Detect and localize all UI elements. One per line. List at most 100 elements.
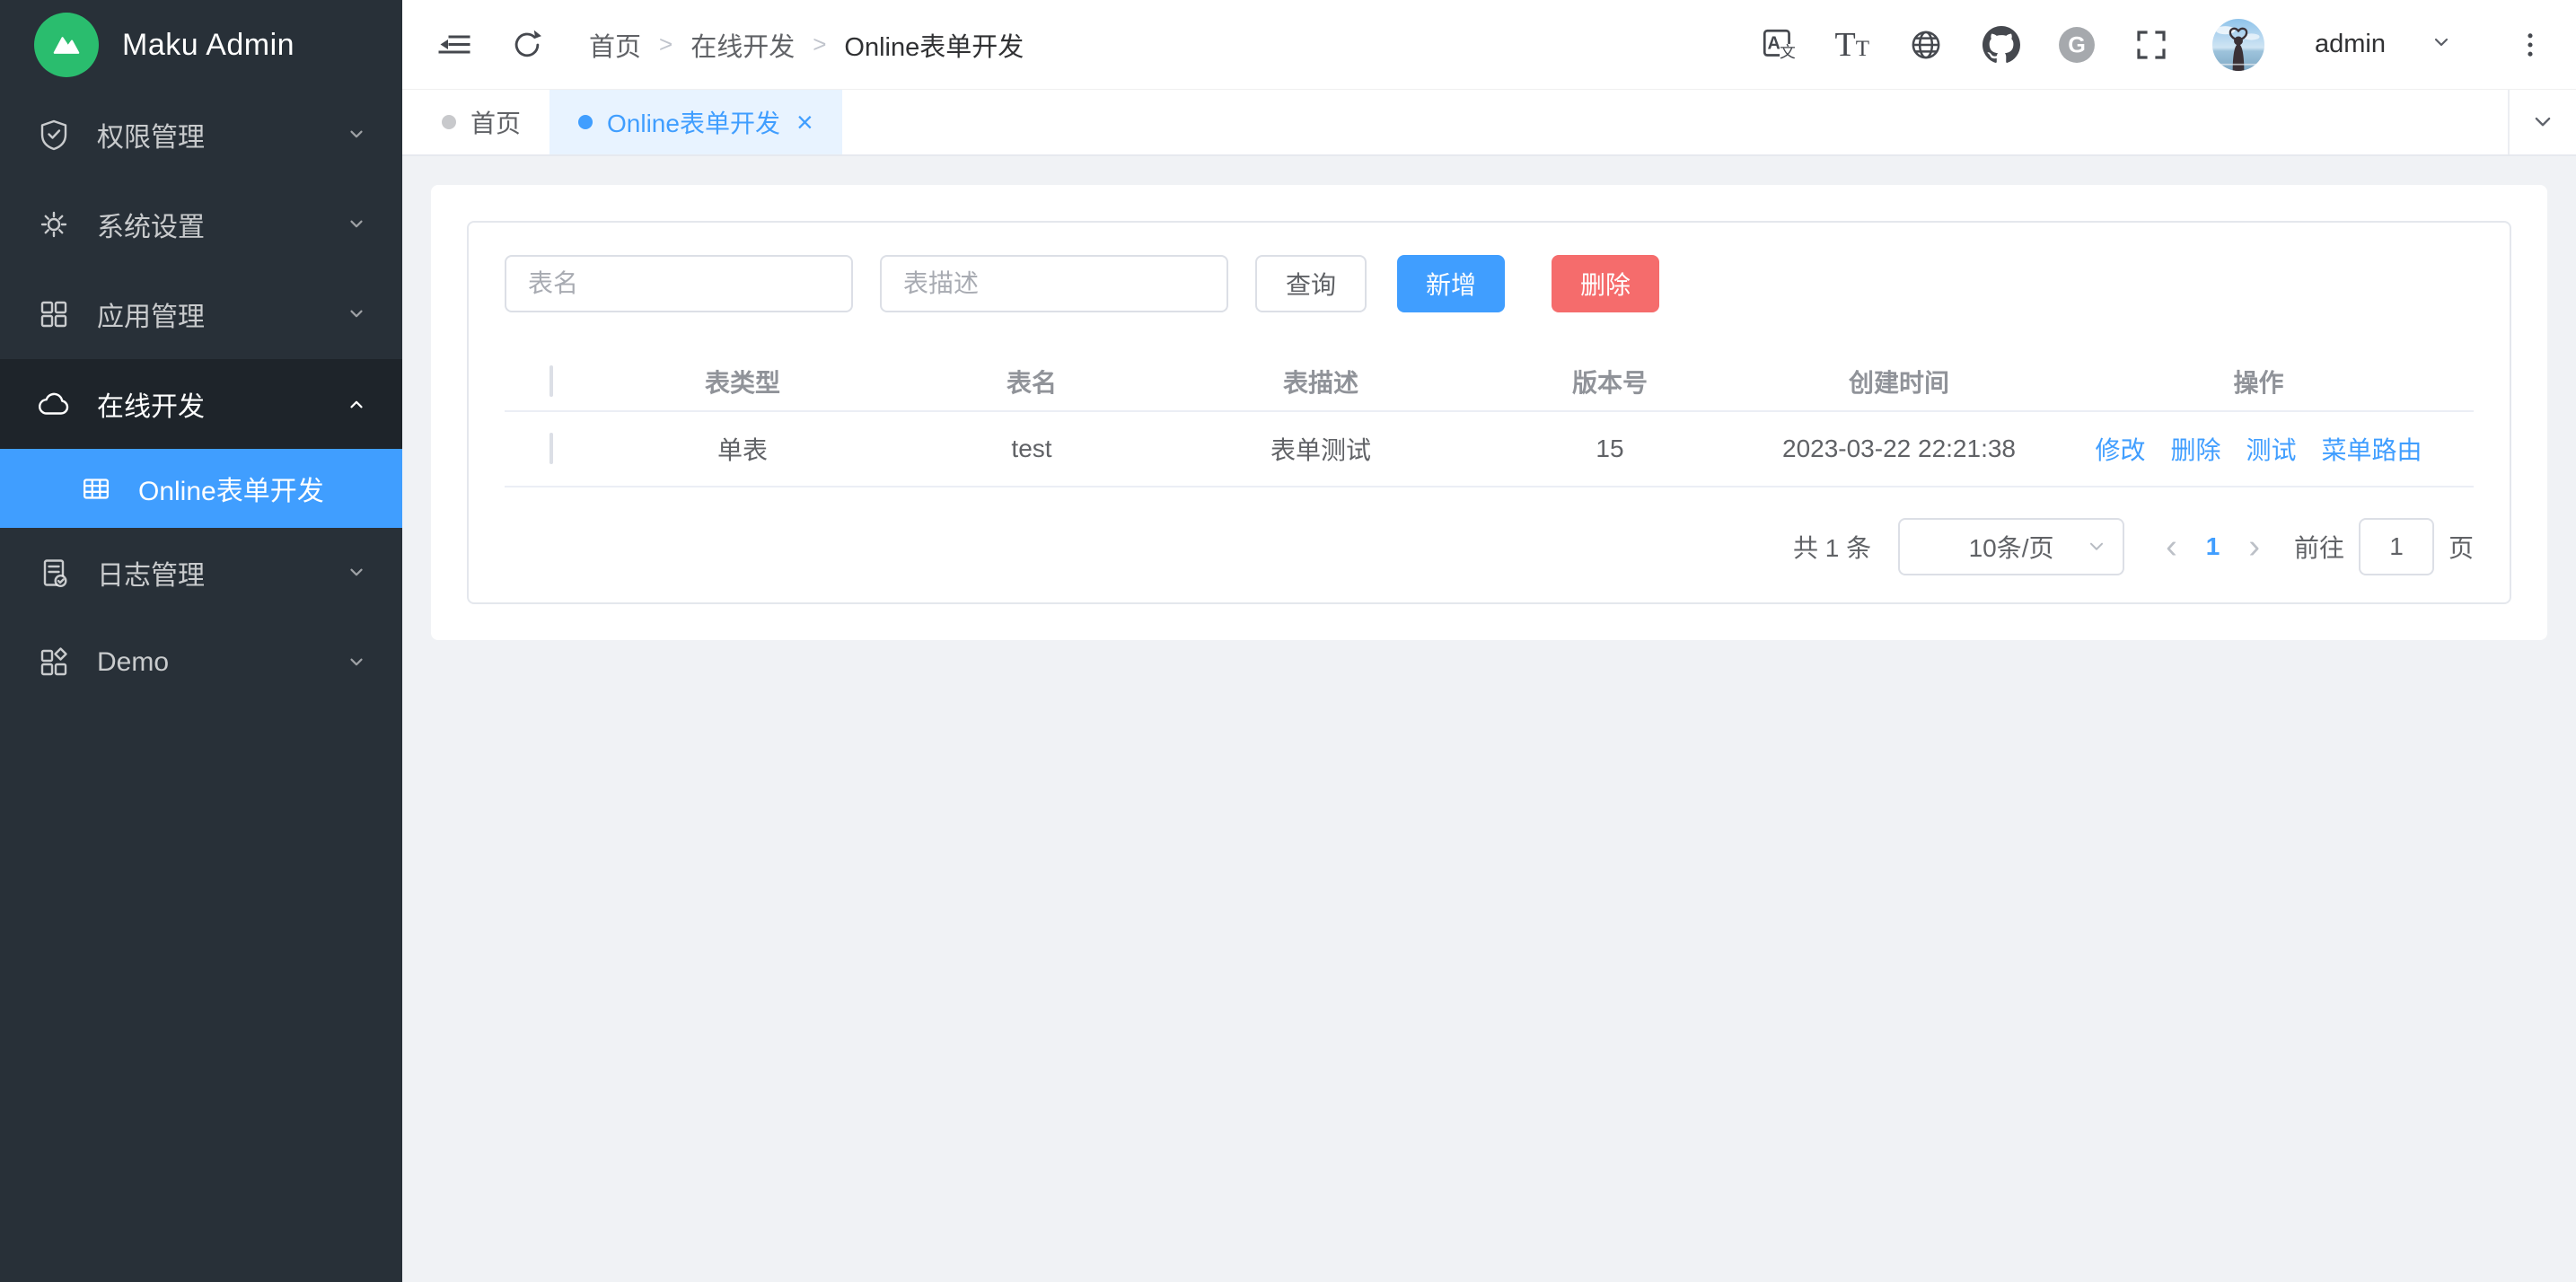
page-unit-label: 页	[2449, 529, 2474, 565]
sidebar-item-label: 权限管理	[97, 115, 205, 154]
chevron-down-icon	[347, 215, 366, 234]
gear-icon	[36, 206, 72, 242]
more-options-icon[interactable]	[2515, 30, 2545, 60]
data-table: 表类型 表名 表描述 版本号 创建时间 操作 单表	[505, 352, 2474, 487]
app-logo[interactable]: Maku Admin	[0, 0, 402, 90]
sidebar-item-system-settings[interactable]: 系统设置	[0, 180, 402, 269]
menu-route-link[interactable]: 菜单路由	[2322, 431, 2422, 467]
app-root: Maku Admin 权限管理 系统设置 应用管理 在线开发	[0, 0, 2576, 1282]
breadcrumb-current: Online表单开发	[844, 26, 1024, 64]
sidebar-item-label: 日志管理	[97, 553, 205, 593]
column-header-name: 表名	[887, 352, 1176, 411]
tabbar: 首页 Online表单开发 ×	[402, 90, 2576, 156]
cloud-icon	[36, 386, 72, 422]
edit-link[interactable]: 修改	[2095, 431, 2145, 467]
tab-home[interactable]: 首页	[413, 90, 549, 154]
tabs-dropdown-button[interactable]	[2508, 90, 2576, 154]
fullscreen-icon[interactable]	[2133, 27, 2169, 63]
select-all-checkbox[interactable]	[549, 365, 553, 397]
sidebar-item-app-management[interactable]: 应用管理	[0, 269, 402, 359]
chevron-down-icon	[347, 304, 366, 324]
page-size-value: 10条/页	[1969, 529, 2054, 565]
sidebar-item-label: Online表单开发	[138, 469, 324, 508]
refresh-icon[interactable]	[510, 28, 544, 62]
user-name[interactable]: admin	[2315, 30, 2386, 59]
table-card: 查询 新增 删除 表类型 表名 表描述 版本号	[467, 221, 2511, 604]
chevron-down-icon	[347, 563, 366, 583]
goto-label: 前往	[2294, 529, 2344, 565]
page-size-select[interactable]: 10条/页	[1898, 518, 2124, 575]
add-button[interactable]: 新增	[1397, 255, 1505, 312]
breadcrumb-online-dev[interactable]: 在线开发	[690, 26, 795, 64]
globe-icon[interactable]	[1907, 26, 1945, 64]
chevron-down-icon	[2531, 110, 2554, 134]
row-checkbox[interactable]	[549, 433, 553, 464]
prev-page-icon[interactable]: ‹	[2151, 530, 2192, 564]
search-toolbar: 查询 新增 删除	[505, 255, 2474, 312]
demo-icon	[36, 645, 72, 681]
column-header-version: 版本号	[1465, 352, 1754, 411]
svg-text:文: 文	[1780, 43, 1796, 61]
sidebar-item-label: 系统设置	[97, 205, 205, 244]
breadcrumb: 首页 > 在线开发 > Online表单开发	[589, 26, 1024, 64]
font-size-icon[interactable]: TT	[1835, 28, 1870, 62]
app-grid-icon	[36, 296, 72, 332]
sidebar-item-online-form-dev[interactable]: Online表单开发	[0, 449, 402, 528]
table-icon	[79, 471, 113, 505]
table-row: 单表 test 表单测试 15 2023-03-22 22:21:38 修改 删…	[505, 411, 2474, 487]
tab-dot-icon	[578, 115, 593, 129]
page-card: 查询 新增 删除 表类型 表名 表描述 版本号	[431, 185, 2547, 640]
table-name-input[interactable]	[505, 255, 853, 312]
header-tools: A文 TT G admin	[1760, 19, 2546, 71]
next-page-icon[interactable]: ›	[2234, 530, 2274, 564]
search-button[interactable]: 查询	[1255, 255, 1367, 312]
cell-version: 15	[1465, 411, 1754, 487]
sidebar-item-online-dev[interactable]: 在线开发	[0, 359, 402, 449]
tab-dot-icon	[442, 115, 456, 129]
tab-label: Online表单开发	[607, 104, 780, 140]
chevron-down-icon[interactable]	[2431, 31, 2452, 57]
table-header-row: 表类型 表名 表描述 版本号 创建时间 操作	[505, 352, 2474, 411]
row-actions: 修改 删除 测试 菜单路由	[2044, 431, 2474, 467]
cell-created: 2023-03-22 22:21:38	[1754, 411, 2044, 487]
tab-close-icon[interactable]: ×	[796, 108, 813, 136]
chevron-down-icon	[347, 653, 366, 672]
sidebar-item-label: Demo	[97, 647, 169, 678]
chevron-up-icon	[347, 394, 366, 414]
gitee-icon[interactable]: G	[2058, 26, 2096, 64]
sidebar-fold-icon[interactable]	[436, 27, 472, 63]
table-desc-input[interactable]	[880, 255, 1228, 312]
tab-label: 首页	[470, 104, 521, 140]
logo-mountain-icon	[34, 13, 99, 77]
sidebar-item-permissions[interactable]: 权限管理	[0, 90, 402, 180]
translate-icon[interactable]: A文	[1760, 26, 1798, 64]
breadcrumb-separator: >	[659, 31, 673, 58]
column-header-desc: 表描述	[1176, 352, 1465, 411]
app-title: Maku Admin	[122, 28, 295, 63]
avatar[interactable]	[2212, 19, 2264, 71]
svg-text:G: G	[2068, 32, 2086, 57]
page-number-1[interactable]: 1	[2192, 532, 2235, 561]
svg-text:A: A	[1767, 33, 1780, 53]
tab-online-form-dev[interactable]: Online表单开发 ×	[549, 90, 842, 154]
sidebar-item-log-management[interactable]: 日志管理	[0, 528, 402, 618]
sidebar-item-demo[interactable]: Demo	[0, 618, 402, 707]
header: 首页 > 在线开发 > Online表单开发 A文 TT G	[402, 0, 2576, 90]
sidebar-item-label: 在线开发	[97, 384, 205, 424]
log-icon	[36, 555, 72, 591]
pagination-total: 共 1 条	[1793, 529, 1871, 565]
column-header-actions: 操作	[2044, 352, 2474, 411]
column-header-type: 表类型	[598, 352, 887, 411]
goto-page-input[interactable]	[2359, 518, 2434, 575]
breadcrumb-separator: >	[813, 31, 826, 58]
sidebar-menu: 权限管理 系统设置 应用管理 在线开发 Online表单开发	[0, 90, 402, 707]
sidebar-item-label: 应用管理	[97, 294, 205, 334]
shield-check-icon	[36, 117, 72, 153]
test-link[interactable]: 测试	[2246, 431, 2297, 467]
content-area: 查询 新增 删除 表类型 表名 表描述 版本号	[402, 156, 2576, 1282]
chevron-down-icon	[347, 125, 366, 145]
delete-button[interactable]: 删除	[1552, 255, 1659, 312]
github-icon[interactable]	[1983, 26, 2020, 64]
delete-link[interactable]: 删除	[2170, 431, 2220, 467]
breadcrumb-home[interactable]: 首页	[589, 26, 641, 64]
